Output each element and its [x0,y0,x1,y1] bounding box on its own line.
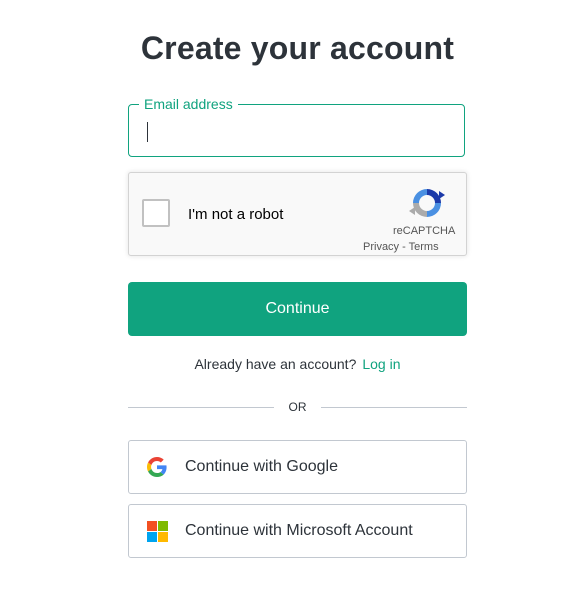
email-label: Email address [139,95,238,113]
recaptcha-label: I'm not a robot [188,206,284,223]
or-divider: OR [128,399,467,417]
microsoft-button-label: Continue with Microsoft Account [185,522,413,539]
divider-line-right [321,407,467,408]
recaptcha-checkbox[interactable] [142,199,170,227]
recaptcha-links: Privacy - Terms [363,241,439,253]
text-cursor [147,122,148,142]
recaptcha-privacy-link[interactable]: Privacy [363,241,399,253]
microsoft-logo-icon [147,521,168,542]
login-prompt-row: Already have an account? Log in [0,356,585,372]
signup-page: Create your account Email address I'm no… [0,0,585,616]
login-prompt: Already have an account? [194,356,357,372]
recaptcha-link-separator: - [399,241,409,253]
page-title: Create your account [140,30,455,66]
microsoft-signin-button[interactable]: Continue with Microsoft Account [128,504,467,558]
recaptcha-logo-icon [409,189,445,217]
recaptcha-widget: I'm not a robot reCAPTCHA Privacy - Term… [128,172,467,256]
continue-button[interactable]: Continue [128,282,467,336]
email-input[interactable] [143,117,443,145]
recaptcha-brand: reCAPTCHA [393,225,456,237]
google-g-icon [147,457,167,477]
login-link[interactable]: Log in [362,356,400,372]
google-signin-button[interactable]: Continue with Google [128,440,467,494]
recaptcha-terms-link[interactable]: Terms [409,241,439,253]
google-button-label: Continue with Google [185,458,338,475]
email-field[interactable]: Email address [128,95,465,157]
